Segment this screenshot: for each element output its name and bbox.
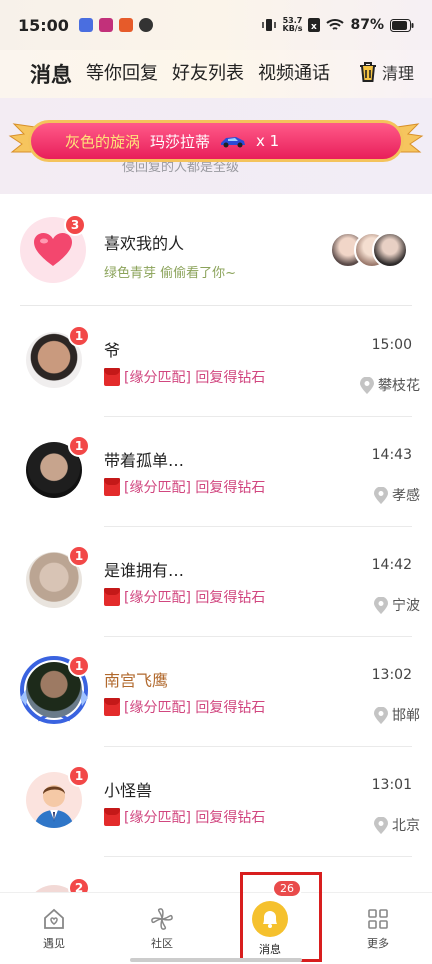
net-speed: 53.7 KB/s	[282, 16, 303, 33]
gift-banner[interactable]: 侵回复的人都是全级 灰色的旋涡 玛莎拉蒂 x 1	[0, 98, 432, 194]
app-notification-icon	[138, 18, 153, 32]
vibrate-icon	[261, 19, 276, 31]
tab-awaiting-reply[interactable]: 等你回复	[86, 59, 158, 89]
nav-label: 遇见	[43, 936, 65, 950]
location: 北京	[374, 815, 420, 835]
nav-more[interactable]: 更多	[324, 893, 432, 964]
message-row-partial[interactable]: 2	[0, 857, 432, 892]
message-snippet: [缘分匹配] 回复得钻石	[104, 367, 265, 387]
red-envelope-icon	[104, 588, 120, 606]
contact-name: 爷	[104, 341, 121, 360]
status-system-icons: 53.7 KB/s x 87%	[261, 17, 415, 33]
location-pin-icon	[374, 816, 388, 834]
liker-avatars	[330, 232, 410, 270]
app-notification-icon	[118, 18, 133, 32]
clean-button[interactable]: 清理	[358, 60, 414, 84]
tab-bar: 消息 等你回复 好友列表 视频通话 清理	[0, 50, 432, 98]
svg-text:x: x	[311, 22, 317, 32]
sim-icon: x	[308, 18, 321, 32]
battery-icon	[390, 18, 414, 32]
red-envelope-icon	[104, 808, 120, 826]
tabs-scroll: 消息 等你回复 好友列表 视频通话	[30, 59, 340, 89]
wifi-icon	[326, 19, 345, 30]
tab-friends-list[interactable]: 好友列表	[172, 59, 244, 89]
red-envelope-icon	[104, 478, 120, 496]
location-pin-icon	[374, 596, 388, 614]
unread-badge: 2	[68, 877, 90, 892]
highlight-box	[240, 872, 322, 962]
status-time: 15:00	[18, 15, 69, 35]
message-time: 13:02	[371, 667, 412, 683]
car-icon	[221, 137, 246, 148]
location-pin-icon	[360, 376, 374, 394]
ribbon-body: 灰色的旋涡 玛莎拉蒂 x 1	[28, 120, 404, 162]
unread-badge: 1	[68, 325, 90, 347]
nav-community[interactable]: 社区	[108, 893, 216, 964]
tab-messages[interactable]: 消息	[30, 59, 72, 89]
message-snippet: [缘分匹配] 回复得钻石	[104, 807, 265, 827]
message-row[interactable]: 1 爷 [缘分匹配] 回复得钻石 15:00 攀枝花	[0, 307, 432, 417]
unread-badge: 1	[68, 545, 90, 567]
message-time: 14:43	[371, 447, 412, 463]
likes-title: 喜欢我的人	[104, 234, 185, 253]
contact-name: 南宫飞鹰	[104, 671, 169, 690]
battery-percent: 87%	[350, 17, 384, 33]
message-time: 15:00	[371, 337, 412, 353]
message-row[interactable]: 1 带着孤单… [缘分匹配] 回复得钻石 14:43 孝感	[0, 417, 432, 527]
clean-label: 清理	[381, 64, 414, 83]
contact-name: 带着孤单…	[104, 451, 185, 470]
likes-row[interactable]: 3 喜欢我的人 绿色青芽 偷偷看了你~	[0, 212, 432, 304]
location: 攀枝花	[360, 375, 420, 395]
location-pin-icon	[374, 486, 388, 504]
status-notification-icons	[78, 18, 153, 32]
app-notification-icon	[78, 18, 93, 32]
message-row[interactable]: 1 是谁拥有… [缘分匹配] 回复得钻石 14:42 宁波	[0, 527, 432, 637]
trash-icon	[359, 62, 376, 82]
contact-name: 是谁拥有…	[104, 561, 185, 580]
heart-icon	[34, 233, 72, 266]
red-envelope-icon	[104, 368, 120, 386]
location: 孝感	[374, 485, 420, 505]
tab-video-call[interactable]: 视频通话	[258, 59, 330, 89]
contact-name: 小怪兽	[104, 781, 153, 800]
gift-ribbon: 灰色的旋涡 玛莎拉蒂 x 1	[8, 118, 424, 164]
likes-badge: 3	[64, 214, 86, 236]
status-bar: 15:00 53.7 KB/s x 87%	[0, 0, 432, 50]
grid-icon	[368, 908, 388, 929]
message-row[interactable]: 1 小怪兽 [缘分匹配] 回复得钻石 13:01 北京	[0, 747, 432, 857]
location: 邯郸	[374, 705, 420, 725]
nav-meet[interactable]: 遇见	[0, 893, 108, 964]
message-time: 13:01	[371, 777, 412, 793]
banner-user: 灰色的旋涡	[65, 132, 141, 151]
unread-badge: 1	[68, 655, 90, 677]
unread-badge: 1	[68, 435, 90, 457]
pinwheel-icon	[151, 907, 173, 930]
message-snippet: [缘分匹配] 回复得钻石	[104, 697, 265, 717]
likes-subtitle: 绿色青芽 偷偷看了你~	[104, 266, 237, 281]
message-time: 14:42	[371, 557, 412, 573]
unread-badge: 1	[68, 765, 90, 787]
location: 宁波	[374, 595, 420, 615]
home-indicator	[130, 958, 302, 962]
banner-gift: 玛莎拉蒂	[150, 132, 211, 151]
red-envelope-icon	[104, 698, 120, 716]
message-snippet: [缘分匹配] 回复得钻石	[104, 587, 265, 607]
app-notification-icon	[98, 18, 113, 32]
divider	[20, 305, 412, 306]
banner-count: x 1	[256, 132, 280, 150]
message-snippet: [缘分匹配] 回复得钻石	[104, 477, 265, 497]
nav-label: 社区	[151, 936, 173, 950]
home-heart-icon	[44, 908, 64, 929]
nav-label: 更多	[367, 936, 389, 950]
message-row[interactable]: 1 南宫飞鹰 [缘分匹配] 回复得钻石 13:02 邯郸	[0, 637, 432, 747]
avatar	[372, 232, 408, 268]
bottom-nav: 遇见 社区 26 消息 更多	[0, 879, 432, 964]
location-pin-icon	[374, 706, 388, 724]
